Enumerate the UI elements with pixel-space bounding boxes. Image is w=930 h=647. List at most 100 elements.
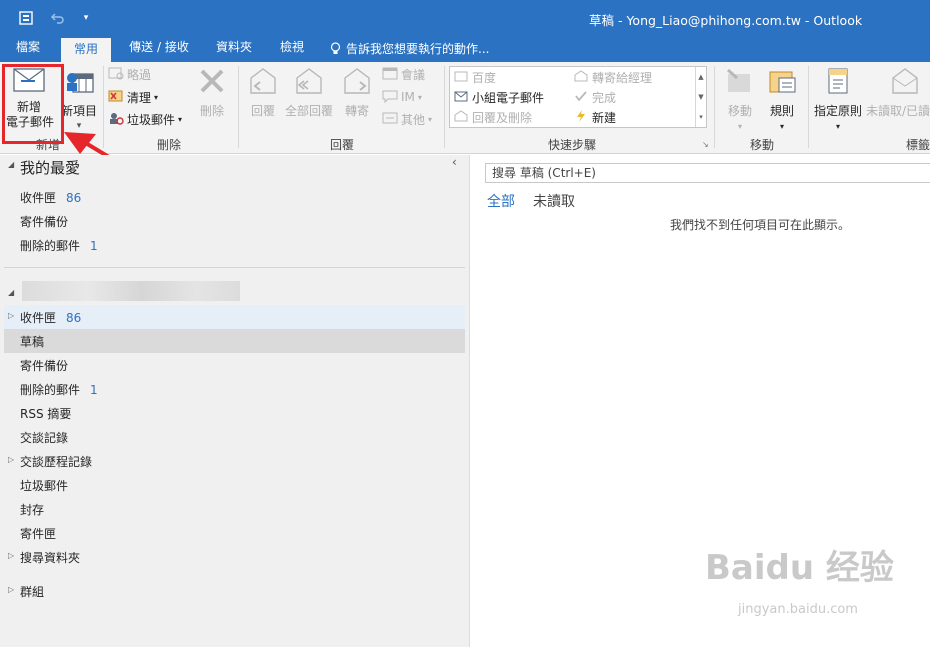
im-label: IM — [401, 90, 415, 104]
quickstep-reply-delete[interactable]: 回覆及刪除 — [454, 108, 532, 126]
dialog-launcher-icon[interactable]: ↘ — [702, 140, 709, 149]
new-items-button[interactable]: 新項目 ▾ — [60, 68, 98, 134]
checkmark-icon — [574, 90, 588, 105]
folder-deleted[interactable]: 刪除的郵件 1 — [20, 381, 98, 398]
new-email-label-2: 電子郵件 — [6, 115, 55, 129]
new-email-icon — [13, 68, 45, 96]
folder-conversation-action[interactable]: 交談歷程記錄 — [20, 453, 92, 470]
forward-button[interactable]: 轉寄 — [340, 66, 374, 119]
ignore-label: 略過 — [127, 67, 152, 82]
groups-expand-icon[interactable]: ▷ — [8, 585, 14, 594]
quickstep-baidu[interactable]: 百度 — [454, 68, 496, 86]
assign-policy-dropdown-icon: ▾ — [835, 122, 840, 131]
ignore-button[interactable]: 略過 — [108, 65, 151, 83]
folder-sent[interactable]: 寄件備份 — [20, 357, 68, 374]
reply-button[interactable]: 回覆 — [246, 66, 280, 119]
collapse-pane-icon[interactable]: ‹ — [452, 155, 457, 169]
reply-label: 回覆 — [250, 104, 275, 118]
lightbulb-icon — [330, 42, 341, 56]
cleanup-button[interactable]: 清理 ▾ — [108, 88, 158, 106]
more-respond-button[interactable]: 其他 ▾ — [382, 110, 432, 128]
quickstep-forward-manager[interactable]: 轉寄給經理 — [574, 68, 652, 86]
quickstep-done-label: 完成 — [592, 90, 617, 105]
quickstep-team-email-label: 小組電子郵件 — [472, 90, 545, 105]
inbox-expand-icon[interactable]: ▷ — [8, 311, 14, 320]
search-placeholder: 搜尋 草稿 (Ctrl+E) — [492, 166, 596, 180]
team-email-icon — [454, 90, 468, 105]
tab-home[interactable]: 常用 — [61, 36, 111, 62]
delete-button[interactable]: 刪除 — [194, 66, 230, 119]
account-name-blurred[interactable] — [22, 281, 240, 301]
unread-read-button[interactable]: 未讀取/已讀 — [866, 66, 930, 119]
filter-all[interactable]: 全部 — [487, 191, 515, 211]
im-icon — [382, 89, 398, 106]
junk-icon — [108, 111, 124, 128]
meeting-button[interactable]: 會議 — [382, 65, 425, 83]
quickstep-done[interactable]: 完成 — [574, 88, 616, 106]
quicksteps-group-label: 快速步驟 — [548, 138, 597, 152]
new-email-button[interactable]: 新增 電子郵件 — [6, 68, 55, 130]
favorites-expand-icon[interactable]: ◢ — [8, 160, 14, 169]
folder-inbox-label: 收件匣 — [20, 311, 57, 325]
unread-read-icon — [890, 66, 920, 100]
quick-steps-scroll[interactable]: ▲ ▼ ▾ — [695, 67, 706, 127]
junk-dropdown-icon: ▾ — [178, 114, 183, 124]
folder-junk[interactable]: 垃圾郵件 — [20, 477, 68, 494]
nav-divider — [4, 267, 465, 268]
reply-all-button[interactable]: 全部回覆 — [284, 66, 334, 119]
folder-archive-label: 封存 — [20, 503, 45, 517]
customize-toolbar-icon[interactable]: ▾ — [76, 8, 96, 28]
lightning-icon — [574, 109, 588, 125]
quickstep-forward-manager-label: 轉寄給經理 — [592, 70, 653, 85]
favorites-header[interactable]: 我的最愛 — [20, 157, 80, 178]
rules-icon — [767, 66, 797, 100]
folder-search-folders[interactable]: 搜尋資料夾 — [20, 549, 80, 566]
quickstep-team-email[interactable]: 小組電子郵件 — [454, 88, 544, 106]
conversation-history-expand-icon[interactable]: ▷ — [8, 455, 14, 464]
fav-inbox[interactable]: 收件匣 86 — [20, 189, 81, 206]
ribbon-separator — [808, 66, 809, 148]
new-email-label-1: 新增 — [16, 100, 41, 114]
folder-conversation-history[interactable]: 交談記錄 — [20, 429, 68, 446]
search-input[interactable]: 搜尋 草稿 (Ctrl+E) — [485, 163, 930, 183]
junk-button[interactable]: 垃圾郵件 ▾ — [108, 110, 182, 128]
assign-policy-button[interactable]: 指定原則 ▾ — [812, 66, 864, 134]
search-folders-expand-icon[interactable]: ▷ — [8, 551, 14, 560]
groups-header[interactable]: 群組 — [20, 583, 44, 600]
folder-archive[interactable]: 封存 — [20, 501, 44, 518]
rules-button[interactable]: 規則 ▾ — [764, 66, 800, 134]
window-title: 草稿 - Yong_Liao@phihong.com.tw - Outlook — [589, 13, 863, 28]
forward-manager-icon — [574, 69, 588, 85]
unread-read-label: 未讀取/已讀 — [866, 104, 930, 118]
im-button[interactable]: IM ▾ — [382, 88, 422, 106]
reply-all-icon — [294, 66, 324, 100]
assign-policy-icon — [823, 66, 853, 100]
undo-icon[interactable] — [48, 8, 68, 28]
quickstep-baidu-label: 百度 — [472, 70, 497, 85]
unread-count-badge: 1 — [90, 239, 98, 253]
tab-folder[interactable]: 資料夾 — [206, 36, 262, 62]
send-receive-icon[interactable] — [16, 8, 36, 28]
baidu-watermark-url: jingyan.baidu.com — [738, 602, 858, 617]
im-dropdown-icon: ▾ — [417, 92, 422, 102]
tab-view[interactable]: 檢視 — [270, 36, 314, 62]
tab-send-receive[interactable]: 傳送 / 接收 — [120, 36, 198, 62]
quick-steps-gallery: 百度 轉寄給經理 小組電子郵件 完成 回覆及刪除 新建 ▲ ▼ ▾ — [449, 66, 707, 128]
tell-me-box[interactable]: 告訴我您想要執行的動作... — [330, 36, 500, 62]
fav-sent[interactable]: 寄件備份 — [20, 213, 68, 230]
folder-conversation-label: 交談記錄 — [20, 431, 69, 445]
account-expand-icon[interactable]: ◢ — [8, 288, 14, 297]
folder-rss[interactable]: RSS 摘要 — [20, 405, 71, 422]
new-group-label: 新增 — [36, 138, 61, 152]
folder-drafts-label: 草稿 — [20, 335, 45, 349]
fav-deleted[interactable]: 刪除的郵件 1 — [20, 237, 98, 254]
filter-unread[interactable]: 未讀取 — [533, 191, 575, 211]
folder-inbox[interactable]: 收件匣 86 — [20, 309, 81, 326]
folder-deleted-label: 刪除的郵件 — [20, 383, 81, 397]
tab-file[interactable]: 檔案 — [6, 36, 50, 62]
folder-outbox[interactable]: 寄件匣 — [20, 525, 56, 542]
quickstep-create-new[interactable]: 新建 — [574, 108, 616, 126]
folder-drafts[interactable]: 草稿 — [20, 333, 44, 350]
new-items-icon — [63, 68, 95, 100]
move-button[interactable]: 移動 ▾ — [722, 66, 758, 134]
